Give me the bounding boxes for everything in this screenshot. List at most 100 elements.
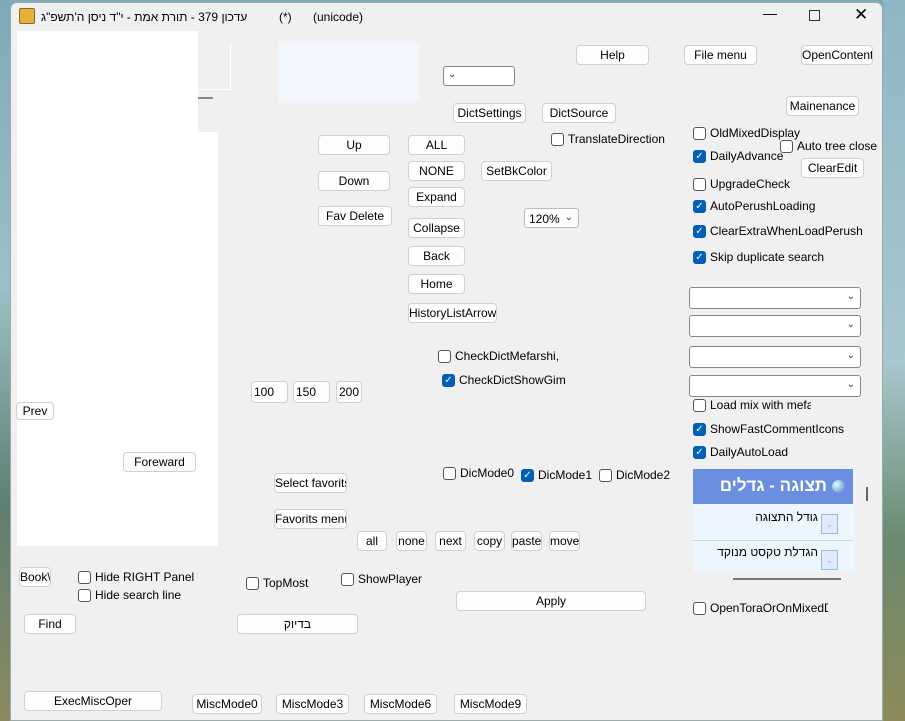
dropdown-3[interactable]: ⌄ [689,346,861,368]
top-select[interactable]: ⌄ [443,66,515,86]
dic-mode-0-checkbox[interactable]: DicMode0 [443,466,514,480]
topmost-checkbox[interactable]: TopMost [246,576,308,590]
prev-button[interactable]: Prev [16,402,54,420]
check-icon: ✓ [693,250,706,264]
auto-tree-close-checkbox[interactable]: Auto tree close [780,139,877,153]
checkbox-box [693,398,706,412]
minimize-button[interactable]: — [763,5,777,21]
panel-scrollbar[interactable] [866,487,868,501]
dict-source-button[interactable]: DictSource [542,103,616,123]
splitter[interactable] [198,97,213,99]
app-icon [19,8,35,24]
dropdown-4[interactable]: ⌄ [689,375,861,397]
size-100-button[interactable]: 100 [251,381,288,403]
tree-panel[interactable] [17,31,198,133]
check-dict-show-gim-checkbox[interactable]: ✓ CheckDictShowGim [442,373,566,387]
paste-button[interactable]: paste [511,531,542,551]
checkbox-label: CheckDictMefarshi, [455,349,560,363]
favorits-menu-button[interactable]: Favorits menu [274,509,347,529]
copy-button[interactable]: copy [474,531,505,551]
close-button[interactable]: ✕ [854,5,868,25]
expand-button[interactable]: Expand [408,187,465,207]
checkbox-box [693,601,706,615]
maximize-button[interactable] [809,10,820,21]
dict-settings-button[interactable]: DictSettings [453,103,526,123]
checkbox-label: ShowFastCommentIcons [710,422,845,436]
none-button[interactable]: none [396,531,427,551]
clear-edit-button[interactable]: ClearEdit [801,158,864,178]
next-button[interactable]: next [435,531,466,551]
hide-right-panel-checkbox[interactable]: Hide RIGHT Panel [78,570,194,584]
back-button[interactable]: Back [408,246,465,266]
daily-auto-load-checkbox[interactable]: ✓ DailyAutoLoad [693,445,788,459]
all-upper-button[interactable]: ALL [408,135,465,155]
checkbox-label: DailyAdvance [710,149,784,163]
auto-perush-loading-checkbox[interactable]: ✓ AutoPerushLoading [693,199,815,213]
upgrade-check-checkbox[interactable]: UpgradeCheck [693,177,790,191]
size-200-button[interactable]: 200 [336,381,362,403]
checkbox-label: UpgradeCheck [710,177,791,191]
hide-search-line-checkbox[interactable]: Hide search line [78,588,181,602]
book-button[interactable]: Book\ [19,567,51,587]
checkbox-label: ClearExtraWhenLoadPerush [710,224,863,238]
home-button[interactable]: Home [408,274,465,294]
panel-row-display-size[interactable]: גודל התצוגה ⌄ [693,505,853,541]
down-button[interactable]: Down [318,171,390,191]
exec-misc-oper-button[interactable]: ExecMiscOper [24,691,162,711]
daily-advance-checkbox[interactable]: ✓ DailyAdvance [693,149,783,163]
display-sizes-panel: תצוגה - גדלים גודל התצוגה ⌄ הגדלת טקסט מ… [693,469,855,572]
misc-mode-9-button[interactable]: MiscMode9 [454,694,527,714]
load-mix-checkbox[interactable]: Load mix with mefarsh [693,398,811,412]
size-150-button[interactable]: 150 [293,381,330,403]
expand-icon[interactable]: ⌄ [821,514,838,534]
clear-extra-checkbox[interactable]: ✓ ClearExtraWhenLoadPerush [693,224,863,238]
fav-delete-button[interactable]: Fav Delete [318,206,392,226]
checkbox-label: DicMode0 [460,466,515,480]
expand-icon[interactable]: ⌄ [821,550,838,570]
panel-header[interactable]: תצוגה - גדלים [693,469,853,504]
dropdown-2[interactable]: ⌄ [689,315,861,337]
chevron-down-icon: ⌄ [846,291,855,302]
collapse-button[interactable]: Collapse [408,218,465,238]
select-favorits-button[interactable]: Select favorits [274,473,347,493]
find-button[interactable]: Find [24,614,76,634]
check-icon: ✓ [693,149,706,163]
checkbox-box [78,570,91,584]
help-button[interactable]: Help [576,45,649,65]
dic-mode-2-checkbox[interactable]: DicMode2 [599,468,670,482]
none-upper-button[interactable]: NONE [408,161,465,181]
panel-splitter[interactable] [733,578,841,580]
skip-duplicate-search-checkbox[interactable]: ✓ Skip duplicate search [693,250,824,264]
exact-button[interactable]: בדיוק [237,614,358,634]
checkbox-label: Auto tree close [797,139,878,153]
zoom-select[interactable]: 120% ⌄ [524,208,579,228]
foreward-button[interactable]: Foreward [123,452,196,472]
dic-mode-1-checkbox[interactable]: ✓ DicMode1 [521,468,592,482]
file-menu-button[interactable]: File menu [684,45,757,65]
open-tora-checkbox[interactable]: OpenToraOrOnMixedDisp [693,601,828,615]
misc-mode-0-button[interactable]: MiscMode0 [192,694,262,714]
tree-panel-lower[interactable] [17,132,218,546]
checkbox-label: TranslateDirection [568,132,665,146]
maintenance-button[interactable]: Mainenance [786,96,859,116]
checkbox-label: OldMixedDisplay [710,126,801,140]
up-button[interactable]: Up [318,135,390,155]
dropdown-1[interactable]: ⌄ [689,287,861,309]
old-mixed-display-checkbox[interactable]: OldMixedDisplay [693,126,800,140]
open-contents-button[interactable]: OpenContents [801,45,873,65]
checkbox-box [438,349,451,363]
all-button[interactable]: all [357,531,387,551]
translate-direction-checkbox[interactable]: TranslateDirection [551,132,665,146]
misc-mode-3-button[interactable]: MiscMode3 [276,694,349,714]
check-icon: ✓ [693,199,706,213]
misc-mode-6-button[interactable]: MiscMode6 [364,694,437,714]
set-bk-color-button[interactable]: SetBkColor [481,161,552,181]
panel-row-vowel-text-size[interactable]: הגדלת טקסט מנוקד ⌄ [693,542,853,572]
check-dict-mefarshi-checkbox[interactable]: CheckDictMefarshi, [438,349,559,363]
check-icon: ✓ [693,422,706,436]
history-list-button[interactable]: HistoryListArrow v [408,303,497,323]
show-fast-comment-icons-checkbox[interactable]: ✓ ShowFastCommentIcons [693,422,844,436]
move-button[interactable]: move [549,531,580,551]
apply-button[interactable]: Apply [456,591,646,611]
show-player-checkbox[interactable]: ShowPlayer [341,572,422,586]
